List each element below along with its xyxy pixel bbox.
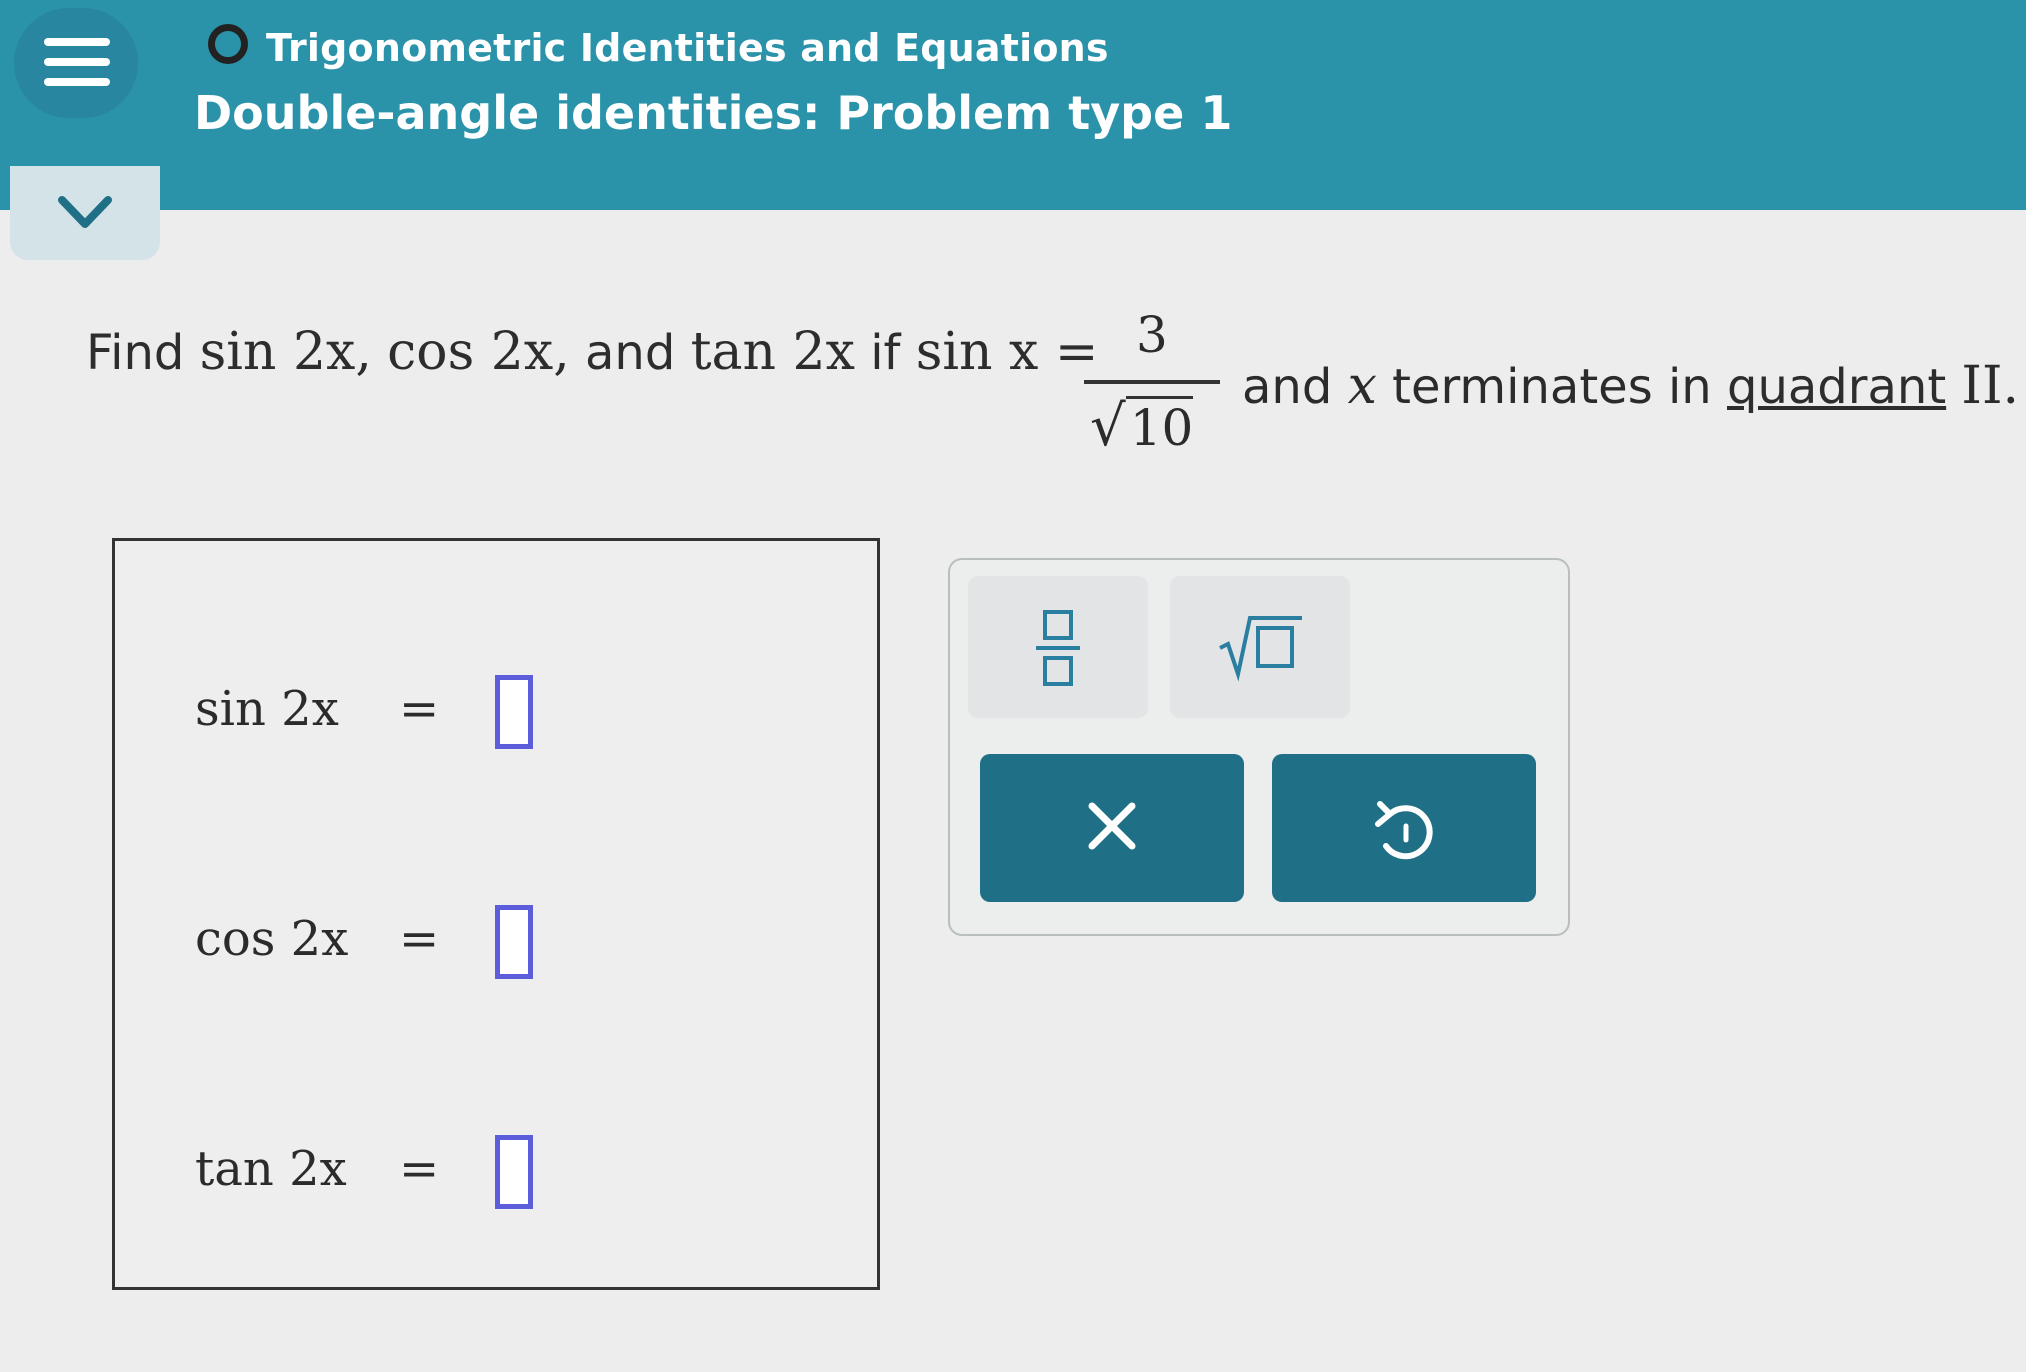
tail-middle: terminates in (1392, 359, 1712, 415)
fraction-denominator: √10 (1090, 394, 1194, 459)
clear-button[interactable] (980, 754, 1244, 902)
equals-sign: = (399, 681, 440, 737)
and-word: and (585, 325, 676, 381)
collapse-button[interactable] (10, 166, 160, 260)
tan2x-input[interactable] (495, 1135, 533, 1209)
fraction-numerator: 3 (1136, 306, 1168, 364)
if-word: if (870, 325, 901, 381)
question-tail: and x terminates in quadrant II. (1242, 356, 2019, 416)
question-text: Find sin 2x, cos 2x, and tan 2x if sin x… (86, 322, 1098, 382)
answer-row-sin: sin 2x = (175, 671, 775, 771)
menu-icon[interactable] (14, 8, 138, 118)
header-bar: Trigonometric Identities and Equations D… (0, 0, 2026, 210)
equals-sign: = (399, 911, 440, 967)
tail-and: and (1242, 359, 1333, 415)
tail-variable: x (1347, 356, 1377, 416)
sqrt-key[interactable] (1170, 576, 1350, 718)
answer-label: sin 2x (195, 681, 339, 737)
equals-sign: = (399, 1141, 440, 1197)
sin2x-term: sin 2x, (199, 322, 372, 382)
progress-status-icon (208, 24, 248, 64)
answer-label: tan 2x (195, 1141, 347, 1197)
cos2x-input[interactable] (495, 905, 533, 979)
quadrant-number: II. (1961, 356, 2020, 416)
topic-title: Trigonometric Identities and Equations (266, 26, 1109, 70)
chevron-down-icon (58, 196, 112, 228)
given-condition: sin x = (915, 322, 1099, 382)
quadrant-link[interactable]: quadrant (1727, 359, 1946, 415)
problem-title: Double-angle identities: Problem type 1 (194, 86, 1233, 140)
sin2x-input[interactable] (495, 675, 533, 749)
fraction-key[interactable] (968, 576, 1148, 718)
math-keypad (948, 558, 1570, 936)
answer-panel: sin 2x = cos 2x = tan 2x = (112, 538, 880, 1290)
answer-row-tan: tan 2x = (175, 1131, 775, 1231)
answer-label: cos 2x (195, 911, 349, 967)
close-icon (1088, 802, 1136, 850)
fraction-icon (1036, 610, 1080, 686)
undo-button[interactable] (1272, 754, 1536, 902)
fraction-bar (1084, 380, 1220, 384)
tan2x-term: tan 2x (690, 322, 855, 382)
sqrt-icon: √ (1090, 394, 1126, 459)
answer-row-cos: cos 2x = (175, 901, 775, 1001)
cos2x-term: cos 2x, (387, 322, 570, 382)
sqrt-template-icon (1219, 616, 1302, 682)
radicand: 10 (1125, 396, 1194, 457)
find-word: Find (86, 325, 185, 381)
undo-icon (1375, 801, 1433, 860)
given-fraction: 3 √10 (1084, 302, 1220, 462)
